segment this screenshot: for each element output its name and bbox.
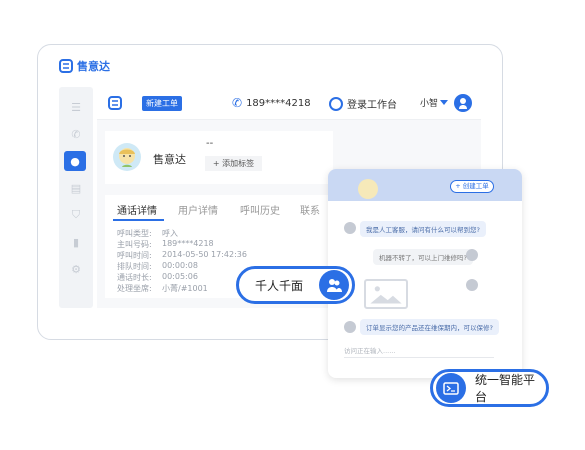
create-ticket-button[interactable]: + 创建工单 xyxy=(450,180,494,193)
terminal-icon xyxy=(436,373,466,403)
detail-value: 00:00:08 xyxy=(162,261,198,270)
detail-row: 呼叫时间: 2014-05-50 17:42:36 xyxy=(117,250,247,261)
chevron-down-icon xyxy=(440,100,449,105)
login-workbench-button[interactable]: 登录工作台 xyxy=(329,96,397,111)
topbar: 新建工单 ✆ 189****4218 登录工作台 小智 xyxy=(97,87,481,120)
agent-avatar xyxy=(344,321,356,333)
detail-row: 排队时间: 00:00:08 xyxy=(117,261,198,272)
agent-avatar xyxy=(344,222,356,234)
user-avatar xyxy=(466,279,478,291)
detail-value: 小菁/#1001 xyxy=(162,284,208,293)
avatar[interactable] xyxy=(454,94,472,112)
active-tab-indicator xyxy=(113,219,164,221)
detail-label: 主叫号码: xyxy=(117,240,152,249)
menu-icon[interactable]: ☰ xyxy=(59,97,93,117)
user-avatar xyxy=(466,249,478,261)
phone-number[interactable]: ✆ 189****4218 xyxy=(232,96,311,110)
detail-row: 主叫号码: 189****4218 xyxy=(117,239,214,250)
customer-value: -- xyxy=(206,138,214,149)
shield-icon[interactable]: ⛉ xyxy=(59,205,93,225)
gear-icon[interactable]: ⚙ xyxy=(59,259,93,279)
chart-icon[interactable]: ▮ xyxy=(59,232,93,252)
chat-message: 我是人工客服，请问有什么可以帮到您? xyxy=(360,221,486,237)
headset-icon xyxy=(329,96,343,111)
detail-row: 处理坐席: 小菁/#1001 xyxy=(117,283,208,294)
sidebar: ☰ ✆ ● ▤ ⛉ ▮ ⚙ xyxy=(59,87,93,308)
badge-label: 千人千面 xyxy=(255,278,304,293)
user-icon[interactable]: ● xyxy=(64,151,86,171)
chat-message: 机器不转了，可以上门维修吗? xyxy=(373,249,473,265)
image-icon xyxy=(364,279,408,309)
user-menu[interactable]: 小智 xyxy=(420,96,449,109)
new-ticket-button[interactable]: 新建工单 xyxy=(142,96,182,111)
chat-message: 订单显示您的产品还在维保期内，可以保修? xyxy=(360,319,499,335)
brand-name: 售意达 xyxy=(77,60,110,73)
chat-input[interactable]: 访问正在输入...... xyxy=(344,345,395,355)
detail-label: 呼叫时间: xyxy=(117,251,152,260)
users-icon xyxy=(319,270,349,300)
detail-label: 通话时长: xyxy=(117,273,152,282)
phone-icon[interactable]: ✆ xyxy=(59,124,93,144)
detail-label: 排队时间: xyxy=(117,262,152,271)
customer-avatar xyxy=(113,143,141,171)
detail-row: 通话时长: 00:05:06 xyxy=(117,272,198,283)
feature-badge-personalized: 千人千面 xyxy=(236,266,355,304)
phone-number-text: 189****4218 xyxy=(246,97,311,109)
tab-call-detail[interactable]: 通话详情 xyxy=(117,202,157,217)
detail-value: 呼入 xyxy=(162,229,178,238)
brand-logo-icon xyxy=(59,59,73,73)
detail-label: 呼叫类型: xyxy=(117,229,152,238)
brand-header: 售意达 xyxy=(59,58,110,74)
detail-value: 189****4218 xyxy=(162,239,214,248)
tab-contact[interactable]: 联系 xyxy=(300,202,320,217)
detail-row: 呼叫类型: 呼入 xyxy=(117,228,178,239)
add-tag-button[interactable]: + 添加标签 xyxy=(205,156,262,171)
topbar-logo-icon xyxy=(108,96,122,110)
customer-name: 售意达 xyxy=(153,153,186,166)
phone-icon: ✆ xyxy=(232,96,243,110)
tab-user-detail[interactable]: 用户详情 xyxy=(178,202,218,217)
user-name: 小智 xyxy=(420,99,439,109)
detail-value: 00:05:06 xyxy=(162,272,198,281)
chat-input-divider xyxy=(344,357,494,358)
chat-window: + 创建工单 我是人工客服，请问有什么可以帮到您? 机器不转了，可以上门维修吗?… xyxy=(328,169,522,378)
tab-call-history[interactable]: 呼叫历史 xyxy=(240,202,280,217)
badge-label: 统一智能平台 xyxy=(475,373,536,404)
detail-label: 处理坐席: xyxy=(117,284,152,293)
clipboard-icon[interactable]: ▤ xyxy=(59,178,93,198)
detail-value: 2014-05-50 17:42:36 xyxy=(162,250,247,259)
login-label: 登录工作台 xyxy=(347,100,397,111)
chat-avatar xyxy=(358,179,378,199)
feature-badge-unified: 统一智能平台 xyxy=(430,369,549,407)
